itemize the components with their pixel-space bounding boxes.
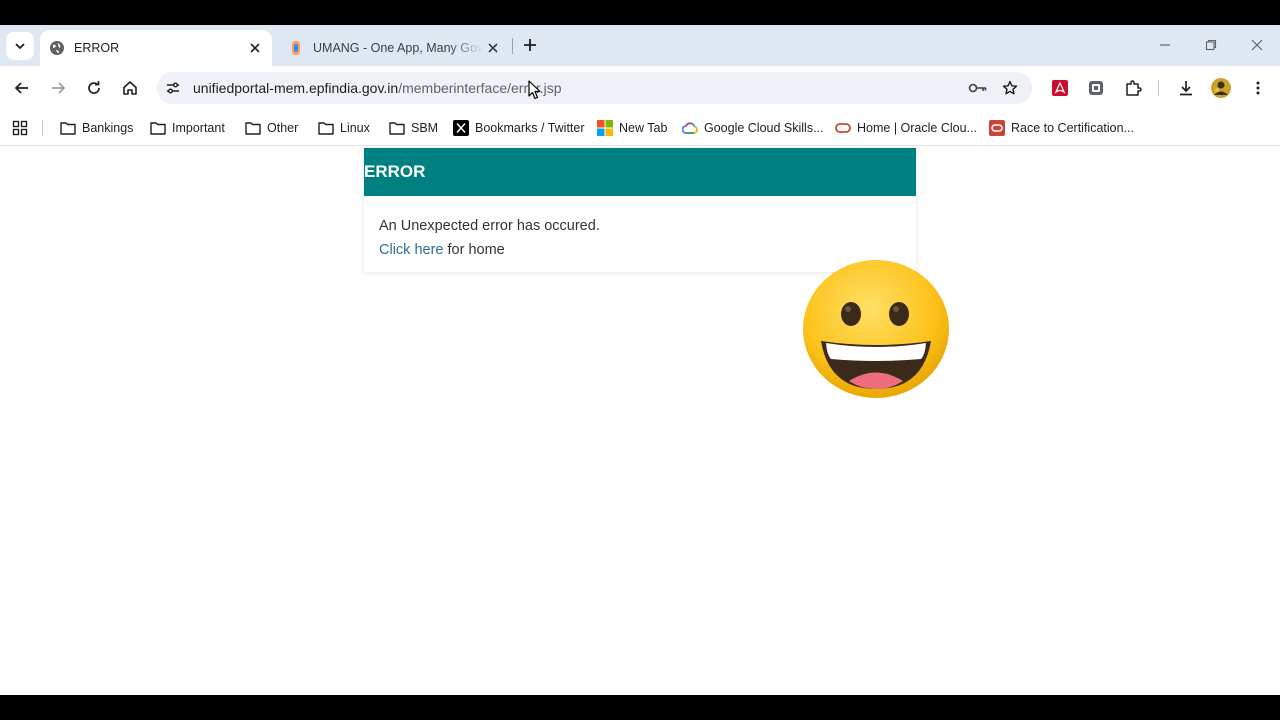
- window-close-button[interactable]: [1243, 33, 1271, 57]
- pdf-extension-button[interactable]: [1048, 76, 1072, 100]
- close-icon: [1251, 39, 1263, 51]
- bookmark-other[interactable]: Other: [245, 116, 298, 140]
- avatar: [1211, 78, 1231, 98]
- bookmark-label: Important: [172, 121, 225, 135]
- menu-button[interactable]: [1246, 76, 1270, 100]
- microsoft-logo-icon: [597, 120, 613, 136]
- url-domain: unifiedportal-mem.epfindia.gov.in: [193, 80, 399, 96]
- password-key-icon[interactable]: [967, 78, 989, 98]
- tab-strip: ERROR UMANG - One App, Many Government S…: [0, 25, 1280, 66]
- extension-app-icon: [1089, 81, 1103, 95]
- bookmark-label: Bookmarks / Twitter: [475, 121, 585, 135]
- plus-icon: [524, 39, 536, 51]
- bookmark-label: Bankings: [82, 121, 134, 135]
- arrow-left-icon: [14, 82, 28, 94]
- mouse-cursor-icon: [528, 80, 541, 100]
- bookmark-twitter[interactable]: Bookmarks / Twitter: [453, 116, 585, 140]
- site-info-icon[interactable]: [163, 78, 183, 98]
- bookmark-sbm[interactable]: SBM: [389, 116, 438, 140]
- tab-error[interactable]: ERROR: [40, 30, 272, 66]
- browser-window: ERROR UMANG - One App, Many Government S…: [0, 25, 1280, 695]
- kebab-menu-icon: [1256, 81, 1260, 95]
- bookmark-important[interactable]: Important: [150, 116, 225, 140]
- globe-icon: [49, 40, 65, 56]
- toolbar-separator: [1158, 80, 1159, 96]
- tab-search-button[interactable]: [6, 32, 34, 60]
- minimize-button[interactable]: [1151, 33, 1179, 57]
- bookmark-new-tab[interactable]: New Tab: [597, 116, 667, 140]
- umang-icon: [288, 40, 304, 56]
- folder-icon: [245, 120, 261, 136]
- toolbar: unifiedportal-mem.epfindia.gov.in/member…: [0, 66, 1280, 110]
- tab-close-button[interactable]: [483, 38, 503, 58]
- folder-icon: [389, 120, 405, 136]
- oracle-red-icon: [989, 120, 1005, 136]
- error-card-header: ERROR: [364, 148, 916, 196]
- grinning-face-emoji-icon: [803, 260, 949, 398]
- apps-button[interactable]: [10, 118, 30, 138]
- tab-umang[interactable]: UMANG - One App, Many Government Service…: [280, 30, 510, 66]
- bookmark-label: SBM: [411, 121, 439, 135]
- tab-close-button[interactable]: [245, 38, 265, 58]
- new-tab-button[interactable]: [519, 34, 541, 56]
- oracle-icon: [835, 120, 851, 136]
- copy-extension-button[interactable]: [1084, 76, 1108, 100]
- bookmark-label: Linux: [340, 121, 370, 135]
- puzzle-icon: [1126, 80, 1142, 96]
- download-icon: [1180, 81, 1192, 96]
- reload-button[interactable]: [82, 76, 106, 100]
- google-cloud-icon: [682, 120, 698, 136]
- home-link[interactable]: Click here: [379, 242, 443, 258]
- letterbox-bottom: [0, 695, 1280, 720]
- folder-icon: [150, 120, 166, 136]
- reload-icon: [88, 81, 100, 94]
- adobe-pdf-icon: [1052, 80, 1068, 96]
- apps-grid-icon: [12, 120, 28, 136]
- bookmark-linux[interactable]: Linux: [318, 116, 370, 140]
- tab-title: ERROR: [74, 41, 120, 55]
- home-button[interactable]: [118, 76, 142, 100]
- downloads-button[interactable]: [1174, 76, 1198, 100]
- bookmark-label: Race to Certification...: [1011, 121, 1134, 135]
- bookmark-label: New Tab: [619, 121, 668, 135]
- home-icon: [123, 81, 137, 95]
- tab-separator: [512, 38, 513, 54]
- bookmark-label: Home | Oracle Clou...: [857, 121, 977, 135]
- bookmark-google-cloud[interactable]: Google Cloud Skills...: [682, 116, 824, 140]
- error-card: ERROR An Unexpected error has occured. C…: [363, 147, 917, 273]
- extensions-button[interactable]: [1121, 76, 1145, 100]
- letterbox-top: [0, 0, 1280, 25]
- page-content: ERROR An Unexpected error has occured. C…: [0, 146, 1280, 695]
- back-button[interactable]: [10, 76, 34, 100]
- error-message: An Unexpected error has occured.: [379, 218, 600, 234]
- close-icon: [488, 43, 498, 53]
- bookmark-oracle-home[interactable]: Home | Oracle Clou...: [835, 116, 977, 140]
- restore-icon: [1205, 39, 1217, 51]
- restore-button[interactable]: [1197, 33, 1225, 57]
- bookmark-label: Other: [267, 121, 299, 135]
- forward-button[interactable]: [46, 76, 70, 100]
- bookmarks-bar: Bankings Important Other Linux SBM Bookm…: [0, 110, 1280, 146]
- url-text[interactable]: unifiedportal-mem.epfindia.gov.in/member…: [193, 72, 562, 104]
- x-logo-icon: [453, 120, 469, 136]
- chevron-down-icon: [15, 43, 25, 50]
- address-bar[interactable]: unifiedportal-mem.epfindia.gov.in/member…: [157, 72, 1032, 104]
- arrow-right-icon: [52, 82, 66, 94]
- bookmark-race-to-certification[interactable]: Race to Certification...: [989, 116, 1134, 140]
- home-link-suffix: for home: [443, 242, 505, 258]
- bookmark-label: Google Cloud Skills...: [704, 121, 824, 135]
- folder-icon: [318, 120, 334, 136]
- folder-icon: [60, 120, 76, 136]
- close-icon: [250, 43, 260, 53]
- bookmark-star-icon[interactable]: [999, 78, 1021, 98]
- minimize-icon: [1160, 44, 1170, 46]
- profile-avatar-button[interactable]: [1209, 76, 1233, 100]
- tab-title: UMANG - One App, Many Government Service…: [313, 41, 483, 55]
- bookmarks-separator: [42, 120, 43, 136]
- bookmark-bankings[interactable]: Bankings: [60, 116, 133, 140]
